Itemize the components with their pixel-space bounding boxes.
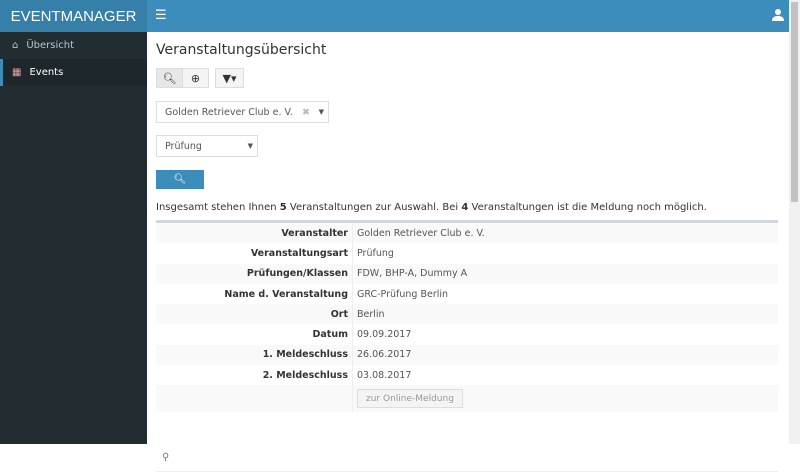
sidebar-item-events[interactable]: ▦ Events xyxy=(0,59,147,86)
online-registration-button[interactable]: zur Online-Meldung xyxy=(357,389,463,409)
user-icon[interactable] xyxy=(772,8,784,22)
bars-icon[interactable]: ☰ xyxy=(155,8,167,23)
table-row: zur Online-Meldung xyxy=(156,385,778,413)
event-type-select[interactable]: Prüfung ▼ xyxy=(156,135,258,157)
table-row: 2. Meldeschluss 03.08.2017 xyxy=(156,365,778,386)
search-icon: 🔍︎ xyxy=(162,71,177,85)
table-row: Name d. Veranstaltung GRC-Prüfung Berlin xyxy=(156,283,778,305)
calendar-icon: ▦ xyxy=(12,67,22,78)
home-icon: ⌂ xyxy=(12,40,19,51)
scrollbar[interactable] xyxy=(789,0,800,444)
table-footer: ⚲ xyxy=(156,444,778,472)
search-icon: 🔍︎ xyxy=(173,174,187,185)
scrollbar-thumb[interactable] xyxy=(791,2,798,202)
table-row: Datum 09.09.2017 xyxy=(156,324,778,345)
search-plus-icon: ⊕ xyxy=(190,71,201,85)
search-mode-button[interactable]: 🔍︎ xyxy=(156,68,183,88)
app-logo[interactable]: EVENTMANAGER xyxy=(0,0,147,32)
event-details-table: Veranstalter Golden Retriever Club e. V. … xyxy=(156,220,778,413)
top-navbar: ☰ xyxy=(147,0,800,32)
table-row: Prüfungen/Klassen FDW, BHP-A, Dummy A xyxy=(156,263,778,284)
clear-icon[interactable]: ✖ xyxy=(302,107,310,118)
page-title: Veranstaltungsübersicht xyxy=(156,42,327,58)
sidebar: ⌂ Übersicht ▦ Events xyxy=(0,32,147,444)
filter-dropdown-button[interactable]: ▼▾ xyxy=(215,68,244,88)
table-row: Veranstaltungsart Prüfung xyxy=(156,243,778,264)
table-row: Ort Berlin xyxy=(156,304,778,325)
search-icon[interactable]: ⚲ xyxy=(162,452,169,463)
filter-icon: ▼▾ xyxy=(222,71,237,85)
summary-text: Insgesamt stehen Ihnen 5 Veranstaltungen… xyxy=(156,202,707,213)
zoom-search-button[interactable]: ⊕ xyxy=(182,68,209,88)
table-row: Veranstalter Golden Retriever Club e. V. xyxy=(156,223,778,244)
search-submit-button[interactable]: 🔍︎ xyxy=(156,170,204,189)
table-row: 1. Meldeschluss 26.06.2017 xyxy=(156,344,778,366)
main-content: Veranstaltungsübersicht 🔍︎ ⊕ ▼▾ Golden R… xyxy=(147,32,789,472)
sidebar-item-uebersicht[interactable]: ⌂ Übersicht xyxy=(0,32,147,59)
caret-down-icon: ▼ xyxy=(247,142,253,150)
caret-down-icon: ▼ xyxy=(318,108,324,116)
organizer-select[interactable]: Golden Retriever Club e. V. ✖ ▼ xyxy=(156,101,329,123)
